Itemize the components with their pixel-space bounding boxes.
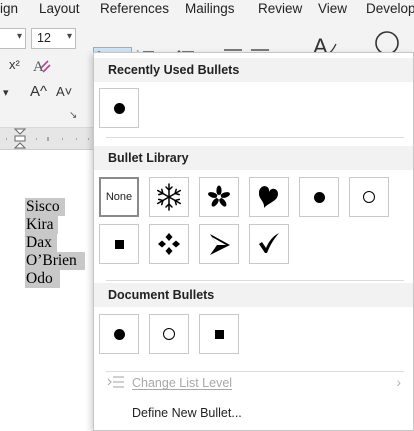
- list-item[interactable]: Sisco: [25, 198, 65, 216]
- bullet-none-tile[interactable]: None: [99, 177, 139, 217]
- tab-layout[interactable]: Layout: [39, 1, 80, 16]
- bullet-library-heading: Bullet Library: [94, 146, 413, 170]
- arrowhead-icon: [210, 234, 230, 255]
- document-page[interactable]: Sisco Kira Dax O’Brien Odo: [0, 150, 95, 431]
- font-size-value: 12: [37, 31, 51, 45]
- none-label: None: [105, 191, 133, 203]
- chevron-down-icon: ▾: [16, 31, 22, 42]
- square-icon: [214, 329, 224, 339]
- dot-icon: [313, 191, 325, 203]
- dot-icon: [113, 102, 125, 114]
- document-bullet-ring-tile[interactable]: [149, 314, 189, 354]
- change-list-level-label: Change List Level: [132, 376, 233, 390]
- list-item[interactable]: O’Brien: [25, 252, 85, 270]
- bullet-snowflake-tile[interactable]: [149, 177, 189, 217]
- bullets-dropdown-panel: Recently Used Bullets Bullet Library Non…: [93, 52, 414, 431]
- document-bullet-dot-tile[interactable]: [99, 314, 139, 354]
- tab-design[interactable]: ign: [0, 1, 18, 16]
- divider: [106, 137, 404, 138]
- shrink-font-button[interactable]: A˅: [56, 84, 72, 99]
- clear-formatting-icon[interactable]: A: [32, 56, 52, 79]
- chevron-right-icon: ›: [396, 374, 401, 390]
- define-new-bullet-label: Define New Bullet...: [132, 406, 242, 420]
- divider: [106, 280, 404, 281]
- asterisk-icon: [207, 185, 231, 207]
- bullet-square-tile[interactable]: [99, 224, 139, 264]
- bullet-heart-tile[interactable]: [249, 177, 289, 217]
- tab-references[interactable]: References: [100, 1, 169, 16]
- diamond-cluster-icon: [158, 233, 180, 255]
- chevron-down-icon: ▾: [66, 31, 72, 42]
- ring-icon: [363, 191, 375, 203]
- bullet-asterisk-tile[interactable]: [199, 177, 239, 217]
- change-list-level-item[interactable]: Change List Level ›: [94, 370, 413, 396]
- dot-icon: [113, 328, 125, 340]
- grow-font-button[interactable]: A^: [30, 83, 47, 100]
- dialog-launcher-icon[interactable]: ↘: [69, 110, 77, 121]
- font-size-dropdown[interactable]: 12 ▾: [31, 28, 76, 49]
- document-bullets-heading: Document Bullets: [94, 283, 413, 307]
- recently-used-bullets-heading: Recently Used Bullets: [94, 58, 413, 82]
- tab-developer[interactable]: Develop: [366, 1, 414, 16]
- document-bullet-square-tile[interactable]: [199, 314, 239, 354]
- tab-view[interactable]: View: [318, 1, 347, 16]
- list-item[interactable]: Odo: [25, 270, 60, 288]
- chevron-down-icon[interactable]: ▾: [3, 86, 9, 99]
- square-icon: [114, 239, 124, 249]
- tab-mailings[interactable]: Mailings: [185, 1, 235, 16]
- font-name-dropdown[interactable]: ▾: [0, 28, 26, 49]
- ribbon-tab-bar: ign Layout References Mailings Review Vi…: [0, 0, 414, 20]
- list-item[interactable]: Dax: [25, 234, 57, 252]
- ring-icon: [163, 328, 175, 340]
- bullet-arrowhead-tile[interactable]: [199, 224, 239, 264]
- bullet-dot-tile[interactable]: [299, 177, 339, 217]
- snowflake-icon: [156, 183, 182, 211]
- bullet-diamond-cluster-tile[interactable]: [149, 224, 189, 264]
- recent-bullet-dot[interactable]: [99, 88, 139, 128]
- define-new-bullet-item[interactable]: Define New Bullet...: [94, 400, 413, 426]
- bullet-checkmark-tile[interactable]: [249, 224, 289, 264]
- horizontal-ruler[interactable]: [0, 128, 95, 150]
- checkmark-icon: [259, 233, 279, 253]
- list-item[interactable]: Kira: [25, 216, 58, 234]
- list-level-icon: [107, 375, 125, 392]
- heart-icon: [259, 186, 278, 208]
- superscript-button[interactable]: x²: [9, 57, 20, 72]
- tab-review[interactable]: Review: [258, 1, 302, 16]
- bullet-ring-tile[interactable]: [349, 177, 389, 217]
